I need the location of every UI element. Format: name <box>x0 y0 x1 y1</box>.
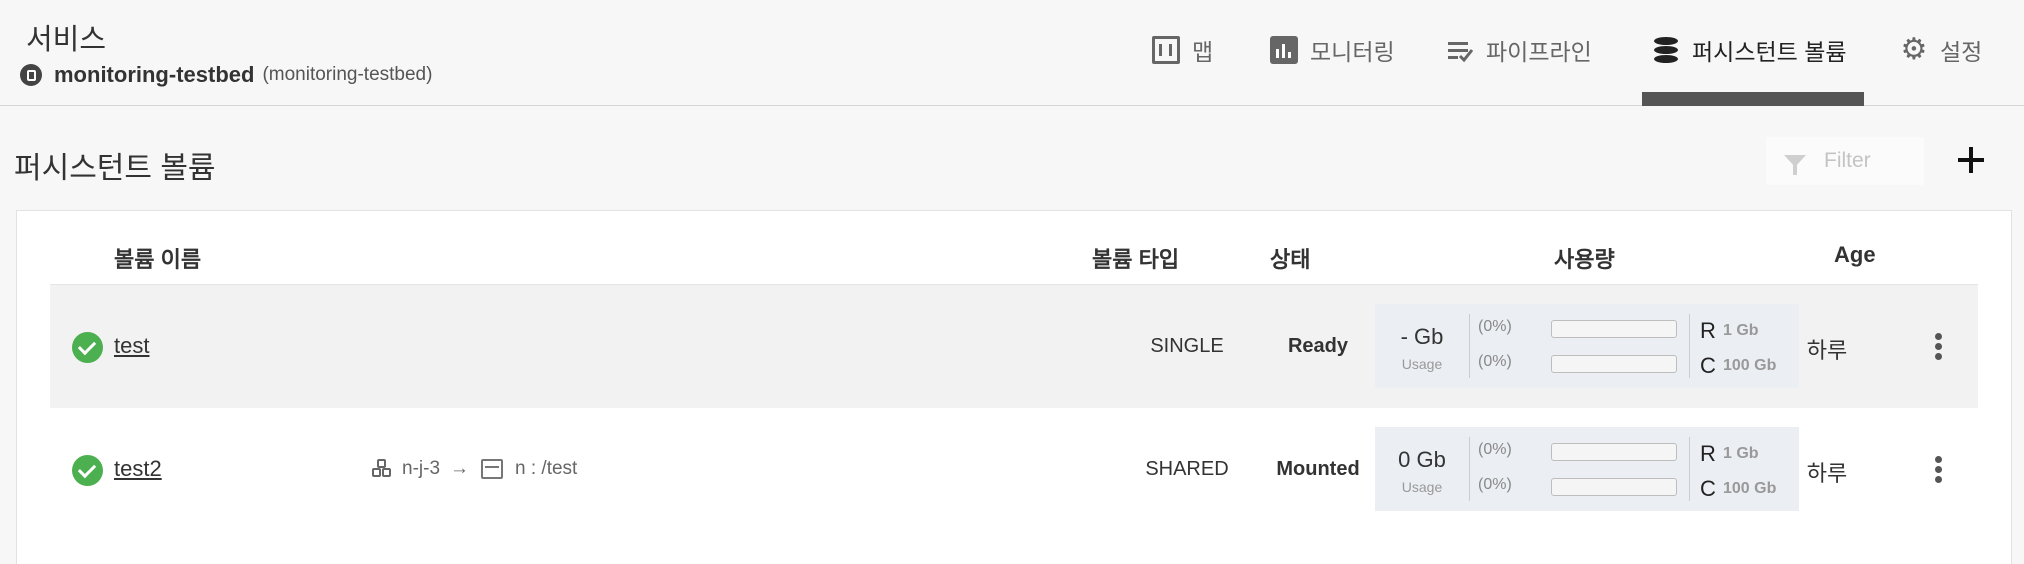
tab-settings[interactable]: ⚙ 설정 <box>1900 30 1983 70</box>
usage-bar-capacity <box>1551 355 1677 373</box>
mount-path: n : /test <box>515 458 578 479</box>
node-name: n-j-3 <box>402 458 441 479</box>
table-row[interactable]: test SINGLE Ready - Gb Usage (0%) (0%) R… <box>50 284 1978 408</box>
tab-settings-label: 설정 <box>1940 39 1983 65</box>
column-header-type: 볼륨 타입 <box>1092 247 1180 272</box>
filter-box <box>1766 137 1924 185</box>
arrow-right-icon: → <box>450 458 470 479</box>
more-options-icon[interactable] <box>1933 456 1943 484</box>
request-letter: R <box>1700 441 1716 466</box>
usage-percent-request: (0%) <box>1478 318 1512 335</box>
capacity-value: 100 Gb <box>1723 480 1777 497</box>
volume-status: Mounted <box>1276 458 1360 480</box>
tab-pipeline[interactable]: 파이프라인 <box>1446 30 1592 70</box>
request-letter: R <box>1700 318 1716 343</box>
usage-panel: 0 Gb Usage (0%) (0%) R 1 Gb C 100 Gb <box>1375 427 1799 511</box>
service-icon <box>20 64 42 86</box>
tab-map-label: 맵 <box>1192 39 1214 65</box>
usage-label: Usage <box>1401 479 1443 495</box>
tab-map[interactable]: 맵 <box>1152 30 1213 70</box>
database-icon <box>1652 36 1680 64</box>
add-volume-button[interactable] <box>1954 143 1988 177</box>
usage-percent-capacity: (0%) <box>1478 353 1512 370</box>
divider <box>1469 314 1470 378</box>
request-value: 1 Gb <box>1723 445 1759 462</box>
bar-chart-icon <box>1270 36 1298 64</box>
check-circle-icon <box>72 332 103 363</box>
usage-value: - Gb <box>1400 324 1444 349</box>
service-title: 서비스 <box>26 24 107 56</box>
active-tab-indicator <box>1642 92 1864 106</box>
cube-icon <box>481 459 504 479</box>
more-options-icon[interactable] <box>1933 333 1943 361</box>
tab-monitoring-label: 모니터링 <box>1310 39 1395 65</box>
tab-persistent-volume[interactable]: 퍼시스턴트 볼륨 <box>1652 30 1847 70</box>
capacity-value: 100 Gb <box>1723 357 1777 374</box>
column-header-name: 볼륨 이름 <box>114 247 202 272</box>
service-namespace: (monitoring-testbed) <box>262 64 433 85</box>
service-name: monitoring-testbed <box>54 62 255 87</box>
tab-pipeline-label: 파이프라인 <box>1486 39 1592 65</box>
filter-input[interactable] <box>1824 149 1924 173</box>
volume-status: Ready <box>1287 335 1349 357</box>
divider <box>1689 314 1690 378</box>
volume-name-link[interactable]: test <box>114 333 149 359</box>
page-title: 퍼시스턴트 볼륨 <box>14 152 216 185</box>
volume-age: 하루 <box>1806 338 1848 363</box>
table-row[interactable]: test2 n-j-3 → n : /test SHARED Mounted 0… <box>50 408 1978 532</box>
usage-value: 0 Gb <box>1398 447 1446 472</box>
request-value: 1 Gb <box>1723 322 1759 339</box>
usage-percent-request: (0%) <box>1478 441 1512 458</box>
check-circle-icon <box>72 455 103 486</box>
usage-percent-capacity: (0%) <box>1478 476 1512 493</box>
capacity-letter: C <box>1700 476 1716 501</box>
tab-monitoring[interactable]: 모니터링 <box>1270 30 1395 70</box>
usage-label: Usage <box>1401 356 1443 372</box>
volume-age: 하루 <box>1806 461 1848 486</box>
volume-name-link[interactable]: test2 <box>114 456 162 482</box>
gear-icon: ⚙ <box>1900 33 1928 66</box>
mount-info: n-j-3 → n : /test <box>372 458 577 480</box>
usage-bar-request <box>1551 443 1677 461</box>
column-header-usage: 사용량 <box>1554 247 1615 272</box>
usage-bar-request <box>1551 320 1677 338</box>
filter-icon <box>1784 155 1806 175</box>
pipeline-icon <box>1446 36 1474 64</box>
column-header-status: 상태 <box>1270 247 1311 272</box>
column-header-age: Age <box>1834 242 1876 267</box>
service-identifier: monitoring-testbed (monitoring-testbed) <box>20 62 432 88</box>
node-icon <box>372 459 392 479</box>
usage-bar-capacity <box>1551 478 1677 496</box>
usage-panel: - Gb Usage (0%) (0%) R 1 Gb C 100 Gb <box>1375 304 1799 388</box>
divider <box>1469 437 1470 501</box>
divider <box>1689 437 1690 501</box>
capacity-letter: C <box>1700 353 1716 378</box>
map-icon <box>1152 36 1180 64</box>
tab-persistent-volume-label: 퍼시스턴트 볼륨 <box>1692 39 1847 65</box>
